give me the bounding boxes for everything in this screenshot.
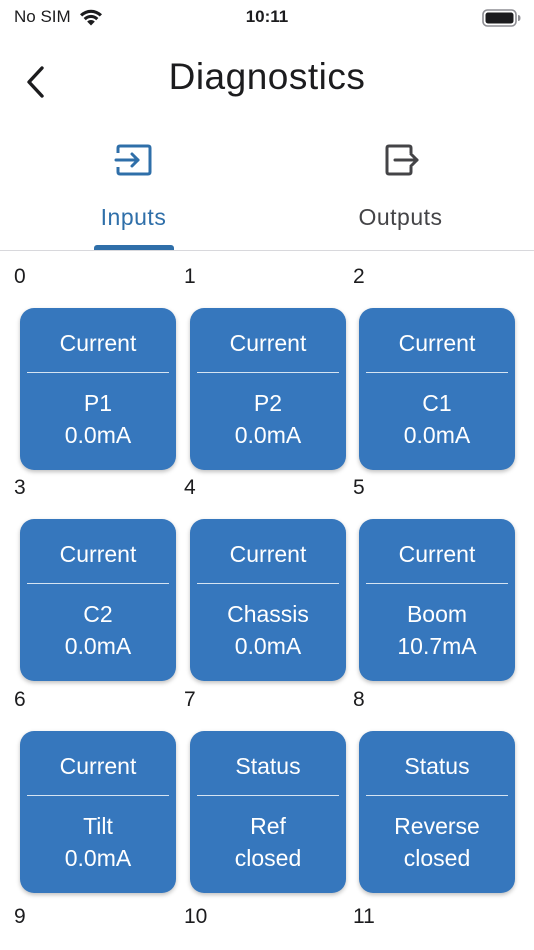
- channel-index: 2: [353, 265, 365, 288]
- channel-cell: 0 Current P1 0.0mA: [0, 262, 176, 470]
- channel-type: Current: [229, 330, 307, 356]
- card-divider: [27, 372, 169, 373]
- channel-name: P2: [253, 390, 283, 416]
- channel-value: 10.7mA: [397, 633, 477, 659]
- channel-type: Current: [59, 541, 137, 567]
- nav-bar: Diagnostics: [0, 48, 534, 114]
- channel-card[interactable]: Status Ref closed: [190, 731, 346, 893]
- channel-name: Tilt: [83, 813, 113, 839]
- status-time: 10:11: [245, 7, 289, 26]
- channel-value: 0.0mA: [234, 422, 302, 448]
- channel-cell: 1 Current P2 0.0mA: [170, 262, 346, 470]
- channel-card[interactable]: Status Reverse closed: [359, 731, 515, 893]
- channel-value: 0.0mA: [64, 633, 132, 659]
- channel-name: P1: [83, 390, 113, 416]
- channel-name: Reverse: [394, 813, 480, 839]
- channel-index: 10: [184, 905, 208, 928]
- channel-type: Current: [229, 541, 307, 567]
- channel-index: 1: [184, 265, 196, 288]
- sign-out-icon: [385, 144, 418, 176]
- card-divider: [197, 795, 339, 796]
- channel-index: 7: [184, 688, 196, 711]
- channel-cell: 8 Status Reverse closed: [339, 685, 515, 893]
- channel-value: 0.0mA: [64, 845, 132, 871]
- channel-type: Current: [398, 541, 476, 567]
- channel-cell: 5 Current Boom 10.7mA: [339, 473, 515, 681]
- channel-card[interactable]: Current C1 0.0mA: [359, 308, 515, 470]
- channel-index: 0: [14, 265, 26, 288]
- page-title: Diagnostics: [168, 56, 366, 97]
- channel-card[interactable]: Current Tilt 0.0mA: [20, 731, 176, 893]
- channel-cell: 11: [339, 902, 499, 932]
- battery-icon: [482, 9, 521, 27]
- card-divider: [366, 795, 508, 796]
- channel-value: closed: [234, 845, 302, 871]
- channel-cell: 3 Current C2 0.0mA: [0, 473, 176, 681]
- channel-index: 6: [14, 688, 26, 711]
- channel-value: 0.0mA: [234, 633, 302, 659]
- channel-type: Current: [59, 330, 137, 356]
- card-divider: [197, 372, 339, 373]
- tab-bar: Inputs Outputs: [0, 130, 534, 251]
- channel-index: 4: [184, 476, 196, 499]
- channel-type: Status: [404, 753, 470, 779]
- channel-name: Ref: [250, 813, 286, 839]
- channel-cell: 10: [170, 902, 330, 932]
- channel-cell: 4 Current Chassis 0.0mA: [170, 473, 346, 681]
- channel-name: C1: [422, 390, 452, 416]
- channel-index: 3: [14, 476, 26, 499]
- channel-index: 5: [353, 476, 365, 499]
- channel-value: 0.0mA: [403, 422, 471, 448]
- channel-card[interactable]: Current Chassis 0.0mA: [190, 519, 346, 681]
- channel-index: 8: [353, 688, 365, 711]
- channel-value: closed: [403, 845, 471, 871]
- channel-cell: 7 Status Ref closed: [170, 685, 346, 893]
- channel-type: Current: [398, 330, 476, 356]
- channel-card[interactable]: Current C2 0.0mA: [20, 519, 176, 681]
- channel-type: Status: [235, 753, 301, 779]
- channel-card[interactable]: Current Boom 10.7mA: [359, 519, 515, 681]
- sign-in-icon: [114, 144, 151, 176]
- channel-cell: 2 Current C1 0.0mA: [339, 262, 515, 470]
- channel-type: Current: [59, 753, 137, 779]
- status-bar: No SIM 10:11: [0, 0, 534, 36]
- card-divider: [197, 583, 339, 584]
- card-divider: [366, 583, 508, 584]
- channel-index: 11: [353, 905, 375, 928]
- channel-value: 0.0mA: [64, 422, 132, 448]
- card-divider: [27, 795, 169, 796]
- tab-inputs-label: Inputs: [100, 204, 167, 230]
- tab-outputs[interactable]: Outputs: [267, 130, 534, 250]
- card-divider: [366, 372, 508, 373]
- channel-cell: 6 Current Tilt 0.0mA: [0, 685, 176, 893]
- card-divider: [27, 583, 169, 584]
- channel-name: C2: [83, 601, 113, 627]
- channel-name: Chassis: [227, 601, 309, 627]
- channel-cell: 9: [0, 902, 160, 932]
- channel-index: 9: [14, 905, 26, 928]
- tab-outputs-label: Outputs: [358, 204, 443, 230]
- channel-name: Boom: [406, 601, 468, 627]
- channel-card[interactable]: Current P1 0.0mA: [20, 308, 176, 470]
- active-tab-indicator: [94, 245, 174, 250]
- tab-inputs[interactable]: Inputs: [0, 130, 267, 250]
- channel-card[interactable]: Current P2 0.0mA: [190, 308, 346, 470]
